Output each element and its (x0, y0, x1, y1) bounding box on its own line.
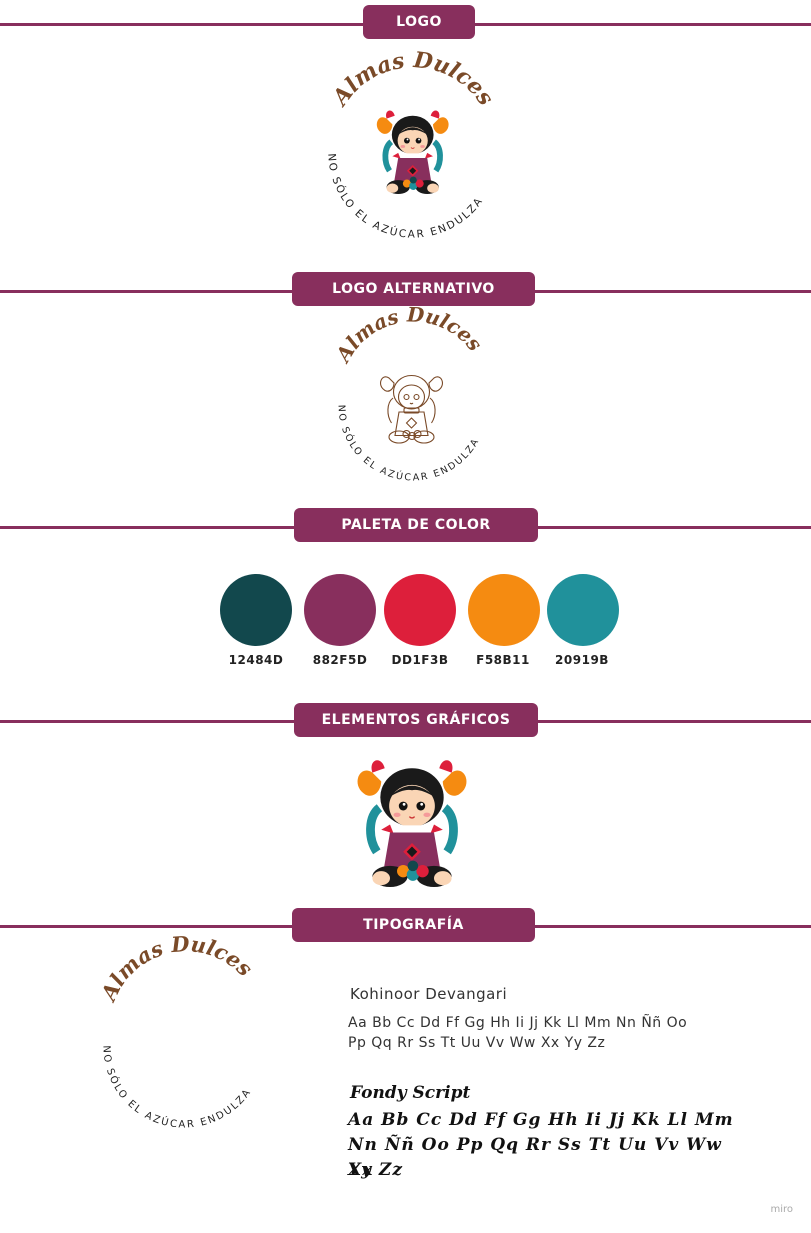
graphic-element-doll (357, 760, 467, 887)
color-code: DD1F3B (391, 653, 449, 667)
color-swatch-f58b11 (468, 574, 540, 646)
color-code: 882F5D (312, 653, 368, 667)
section-title-palette: PALETA DE COLOR (294, 508, 538, 542)
section-title-logo-alt: LOGO ALTERNATIVO (292, 272, 535, 306)
color-swatch-882f5d (304, 574, 376, 646)
typography-logo-sample: Almas Dulces NO SÓLO EL AZÚCAR ENDULZA (95, 931, 258, 1131)
font-alphabet-primary-line2: Pp Qq Rr Ss Tt Uu Vv Ww Xx Yy Zz (348, 1035, 606, 1051)
font-alphabet-script-line3: Yy Zz (348, 1160, 403, 1180)
color-swatch-dd1f3b (384, 574, 456, 646)
primary-logo: Almas Dulces NO SÓLO EL AZÚCAR ENDULZA (325, 47, 498, 241)
font-name-primary: Kohinoor Devangari (350, 985, 508, 1003)
brand-name-alt: Almas Dulces (330, 302, 487, 367)
doll-icon (376, 110, 449, 194)
section-title-graphics: ELEMENTOS GRÁFICOS (294, 703, 538, 737)
font-name-script: Fondy Script (350, 1083, 471, 1103)
font-alphabet-script-line1: Aa Bb Cc Dd Ff Gg Hh Ii Jj Kk Ll Mm (348, 1110, 734, 1130)
alternative-logo: Almas Dulces NO SÓLO EL AZÚCAR ENDULZA (330, 302, 487, 484)
doll-outline-icon (380, 374, 443, 444)
brand-tagline-typography: NO SÓLO EL AZÚCAR ENDULZA (100, 1045, 253, 1130)
brand-name-typography: Almas Dulces (95, 931, 258, 1006)
section-title-logo: LOGO (363, 5, 475, 39)
font-alphabet-primary-line1: Aa Bb Cc Dd Ff Gg Hh Ii Jj Kk Ll Mm Nn Ñ… (348, 1015, 688, 1031)
color-swatch-12484d (220, 574, 292, 646)
color-code: 12484D (228, 653, 284, 667)
color-code: F58B11 (476, 653, 530, 667)
brand-tagline-alt: NO SÓLO EL AZÚCAR ENDULZA (335, 405, 482, 484)
color-code: 20919B (555, 653, 609, 667)
watermark: miro (770, 1204, 793, 1215)
brand-name: Almas Dulces (326, 47, 498, 112)
section-title-typography: TIPOGRAFÍA (292, 908, 535, 942)
doll-icon (357, 760, 467, 887)
color-swatch-20919b (547, 574, 619, 646)
